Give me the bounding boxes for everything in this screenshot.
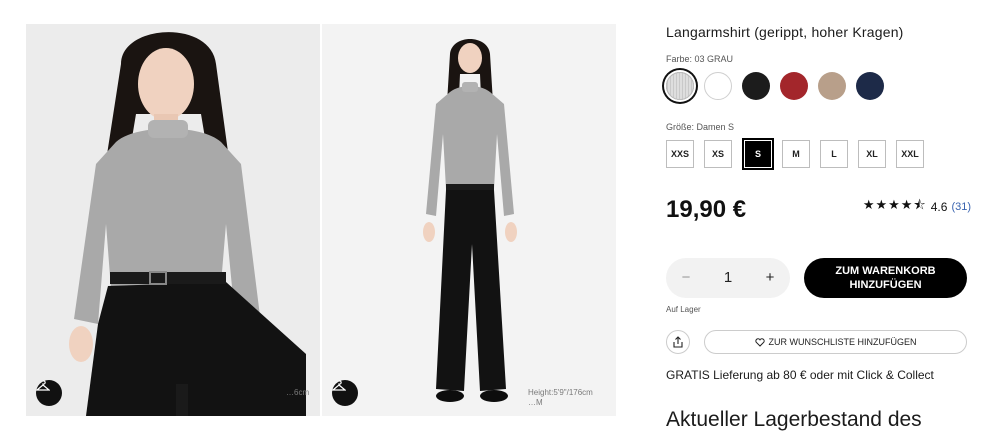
add-to-cart-button[interactable]: ZUM WARENKORB HINZUFÜGEN [804,258,967,298]
color-label: Farbe: 03 GRAU [666,54,734,64]
quantity-increase-button[interactable]: + [756,258,784,298]
color-swatch-rot[interactable] [780,72,808,100]
size-label: Größe: Damen S [666,122,735,132]
model-closeup-illustration [26,24,320,416]
share-icon [673,336,683,348]
stock-status: Auf Lager [666,305,701,314]
model-height-note: …6cm [286,388,310,397]
color-swatch-grau[interactable] [666,72,694,100]
share-button[interactable] [666,330,690,354]
size-option-xs[interactable]: XS [704,140,732,168]
color-swatch-navy[interactable] [856,72,884,100]
product-image-closeup[interactable]: …6cm [26,24,320,416]
delivery-info: GRATIS Lieferung ab 80 € oder mit Click … [666,368,934,382]
hanger-icon[interactable] [332,380,358,406]
wishlist-label: ZUR WUNSCHLISTE HINZUFÜGEN [768,337,917,347]
product-gallery: …6cm Height:5'9"/176cm …M [26,24,616,416]
heart-icon [754,337,765,347]
color-swatch-schwarz[interactable] [742,72,770,100]
quantity-decrease-button[interactable]: − [672,258,700,298]
quantity-stepper: − 1 + [666,258,790,298]
add-to-cart-label: ZUM WARENKORB HINZUFÜGEN [835,265,936,291]
rating-count-link[interactable]: (31) [951,201,971,213]
store-stock-heading: Aktueller Lagerbestand des [666,408,922,431]
size-option-m[interactable]: M [782,140,810,168]
size-selector: XXS XS S M L XL XXL [666,138,966,170]
color-swatches [666,72,896,102]
model-height-note-secondary: …M [528,398,543,407]
color-swatch-weiss[interactable] [704,72,732,100]
product-details-panel: Langarmshirt (gerippt, hoher Kragen) Far… [666,0,971,431]
rating-value: 4.6 [930,200,948,214]
model-fullbody-illustration [322,24,616,416]
quantity-value: 1 [723,269,733,286]
hanger-icon[interactable] [36,380,62,406]
model-height-note: Height:5'9"/176cm [528,388,593,397]
size-option-xl[interactable]: XL [858,140,886,168]
rating-stars: ★★★★⯪ [862,197,927,212]
product-price: 19,90 € [666,196,747,223]
add-to-wishlist-button[interactable]: ZUR WUNSCHLISTE HINZUFÜGEN [704,330,967,354]
size-option-l[interactable]: L [820,140,848,168]
size-option-xxl[interactable]: XXL [896,140,924,168]
size-option-xxs[interactable]: XXS [666,140,694,168]
color-swatch-beige[interactable] [818,72,846,100]
product-rating: ★★★★⯪ 4.6 (31) [863,196,971,218]
size-option-s[interactable]: S [742,138,774,170]
product-image-fullbody[interactable]: Height:5'9"/176cm …M [322,24,616,416]
product-title: Langarmshirt (gerippt, hoher Kragen) [666,24,904,40]
